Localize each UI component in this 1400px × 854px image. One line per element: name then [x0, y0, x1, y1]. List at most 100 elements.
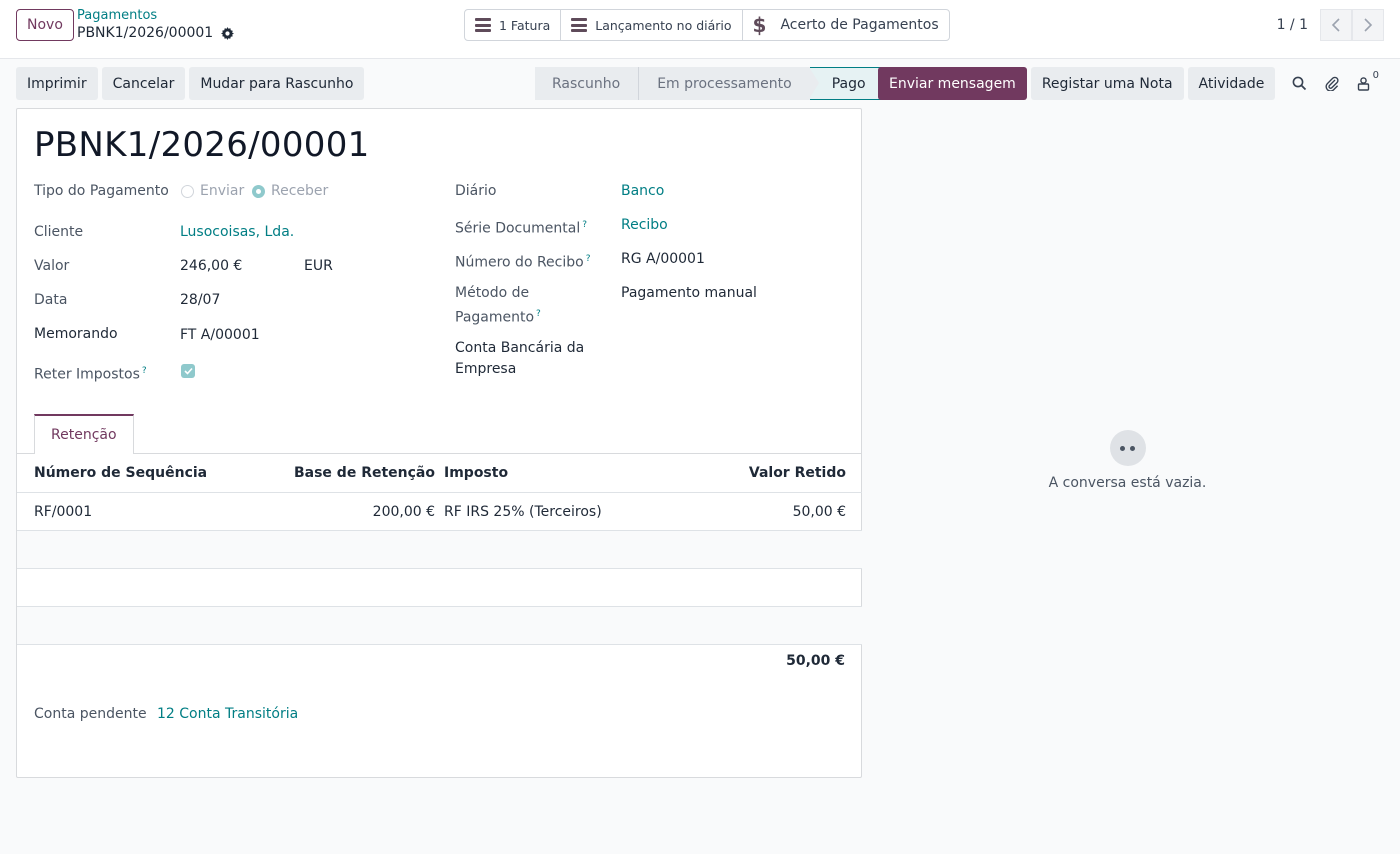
- empty-conversation-icon: [1109, 430, 1146, 466]
- status-bar: Rascunho Em processamento Pago: [535, 67, 881, 100]
- journal-entry-smart-button[interactable]: Lançamento no diário: [561, 10, 743, 40]
- checkmark-icon: [183, 367, 193, 375]
- withhold-taxes-checkbox[interactable]: [181, 364, 195, 378]
- column-header-sequence[interactable]: Número de Sequência: [34, 454, 207, 492]
- currency-field[interactable]: EUR: [304, 256, 333, 277]
- send-message-button[interactable]: Enviar mensagem: [878, 67, 1027, 100]
- empty-conversation-text: A conversa está vazia.: [1048, 475, 1207, 491]
- empty-table-row: [17, 607, 862, 645]
- gear-icon[interactable]: [221, 26, 235, 40]
- customer-label: Cliente: [34, 224, 84, 240]
- company-bank-account-label-line2: Empresa: [455, 361, 517, 377]
- attachments-button[interactable]: [1322, 72, 1340, 94]
- column-header-withheld[interactable]: Valor Retido: [749, 454, 846, 492]
- breadcrumb-current-record: PBNK1/2026/00001: [77, 25, 214, 41]
- table-row[interactable]: RF/0001 200,00 € RF IRS 25% (Terceiros) …: [17, 493, 862, 531]
- record-title: PBNK1/2026/00001: [34, 125, 370, 165]
- breadcrumb: PBNK1/2026/00001: [77, 25, 235, 41]
- new-button[interactable]: Novo: [16, 9, 74, 41]
- followers-button[interactable]: 0: [1354, 70, 1379, 94]
- payment-method-label-line1: Método de: [455, 285, 530, 301]
- pager-value[interactable]: 1 / 1: [1277, 17, 1308, 33]
- search-icon: [1292, 76, 1306, 90]
- journal-entry-smart-label: Lançamento no diário: [595, 17, 732, 33]
- form-sheet: PBNK1/2026/00001 Tipo do Pagamento Envia…: [16, 108, 862, 778]
- receipt-number-field[interactable]: RG A/00001: [621, 249, 705, 270]
- control-panel: Novo Pagamentos PBNK1/2026/00001 1 Fatur…: [0, 0, 1400, 59]
- help-icon[interactable]: ?: [142, 366, 147, 376]
- table-header: Número de Sequência Base de Retenção Imp…: [17, 454, 862, 493]
- empty-table-row: [17, 569, 862, 607]
- pending-account-label: Conta pendente: [34, 706, 147, 722]
- withholding-table: Número de Sequência Base de Retenção Imp…: [17, 454, 862, 645]
- column-header-base[interactable]: Base de Retenção: [294, 454, 435, 492]
- cancel-button[interactable]: Cancelar: [101, 67, 186, 100]
- withhold-taxes-label: Reter Impostos?: [34, 361, 147, 386]
- breadcrumb-payments[interactable]: Pagamentos: [77, 8, 157, 23]
- pager: 1 / 1: [1277, 9, 1384, 41]
- status-paid-label: Pago: [831, 75, 866, 92]
- payment-type-label: Tipo do Pagamento: [34, 183, 169, 199]
- document-series-field[interactable]: Recibo: [621, 215, 668, 236]
- user-lock-icon: [1357, 76, 1369, 91]
- search-messages-button[interactable]: [1290, 72, 1308, 94]
- smart-buttons: 1 Fatura Lançamento no diário $ Acerto d…: [464, 9, 950, 41]
- list-icon: [475, 18, 491, 32]
- radio-send-dot: [181, 184, 194, 198]
- tab-withholding[interactable]: Retenção: [34, 414, 134, 454]
- reset-to-draft-button[interactable]: Mudar para Rascunho: [189, 67, 365, 100]
- radio-receive[interactable]: Receber: [252, 183, 328, 199]
- customer-field[interactable]: Lusocoisas, Lda.: [180, 222, 294, 243]
- document-series-label: Série Documental?: [455, 215, 587, 240]
- payment-method-label-line2: Pagamento: [455, 309, 535, 326]
- chevron-left-icon: [1331, 18, 1340, 32]
- status-processing[interactable]: Em processamento: [639, 67, 810, 100]
- amount-field[interactable]: 246,00 €: [180, 256, 242, 277]
- list-icon: [571, 18, 588, 32]
- followers-count: 0: [1372, 70, 1379, 81]
- radio-send[interactable]: Enviar: [181, 183, 244, 199]
- cell-tax: RF IRS 25% (Terceiros): [444, 503, 602, 520]
- radio-receive-label: Receber: [271, 183, 329, 199]
- print-button[interactable]: Imprimir: [16, 67, 98, 100]
- company-bank-account-label: Conta Bancária da Empresa: [455, 338, 584, 380]
- dollar-icon: $: [752, 13, 767, 37]
- radio-send-label: Enviar: [200, 183, 245, 199]
- pager-previous-button[interactable]: [1320, 9, 1352, 41]
- chatter-toolbar: 0: [1290, 70, 1379, 94]
- help-icon[interactable]: ?: [536, 309, 541, 319]
- journal-label: Diário: [455, 183, 497, 199]
- form-actions: Imprimir Cancelar Mudar para Rascunho: [16, 67, 365, 100]
- date-field[interactable]: 28/07: [180, 290, 220, 311]
- chatter-actions: Enviar mensagem Registar uma Nota Ativid…: [878, 67, 1276, 100]
- company-bank-account-label-line1: Conta Bancária da: [455, 340, 585, 356]
- paperclip-icon: [1324, 76, 1339, 91]
- memo-label: Memorando: [34, 326, 118, 342]
- journal-field[interactable]: Banco: [621, 181, 664, 202]
- receipt-number-label: Número do Recibo?: [455, 249, 591, 274]
- pending-account-field[interactable]: 12 Conta Transitória: [157, 704, 298, 725]
- memo-field[interactable]: FT A/00001: [180, 325, 260, 346]
- pager-next-button[interactable]: [1352, 9, 1384, 41]
- help-icon[interactable]: ?: [586, 254, 591, 264]
- activity-button[interactable]: Atividade: [1187, 67, 1276, 100]
- receipt-number-label-text: Número do Recibo: [455, 254, 584, 271]
- chevron-right-icon: [1364, 18, 1373, 32]
- help-icon[interactable]: ?: [582, 220, 587, 230]
- invoice-smart-button[interactable]: 1 Fatura: [465, 10, 562, 40]
- status-paid[interactable]: Pago: [808, 67, 881, 100]
- table-total: 50,00 €: [786, 653, 845, 669]
- withhold-taxes-label-text: Reter Impostos: [34, 366, 140, 383]
- status-draft[interactable]: Rascunho: [535, 67, 639, 100]
- date-label: Data: [34, 292, 68, 308]
- cell-sequence: RF/0001: [34, 503, 93, 520]
- document-series-label-text: Série Documental: [455, 220, 581, 237]
- chatter-empty-state: A conversa está vazia.: [1040, 430, 1215, 491]
- invoice-smart-label: 1 Fatura: [499, 17, 551, 33]
- status-arrow: [808, 67, 819, 99]
- cell-base: 200,00 €: [372, 503, 435, 520]
- column-header-tax[interactable]: Imposto: [444, 454, 508, 492]
- payment-method-field[interactable]: Pagamento manual: [621, 283, 757, 304]
- reconcile-smart-button[interactable]: $ Acerto de Pagamentos: [743, 10, 949, 40]
- log-note-button[interactable]: Registar uma Nota: [1030, 67, 1184, 100]
